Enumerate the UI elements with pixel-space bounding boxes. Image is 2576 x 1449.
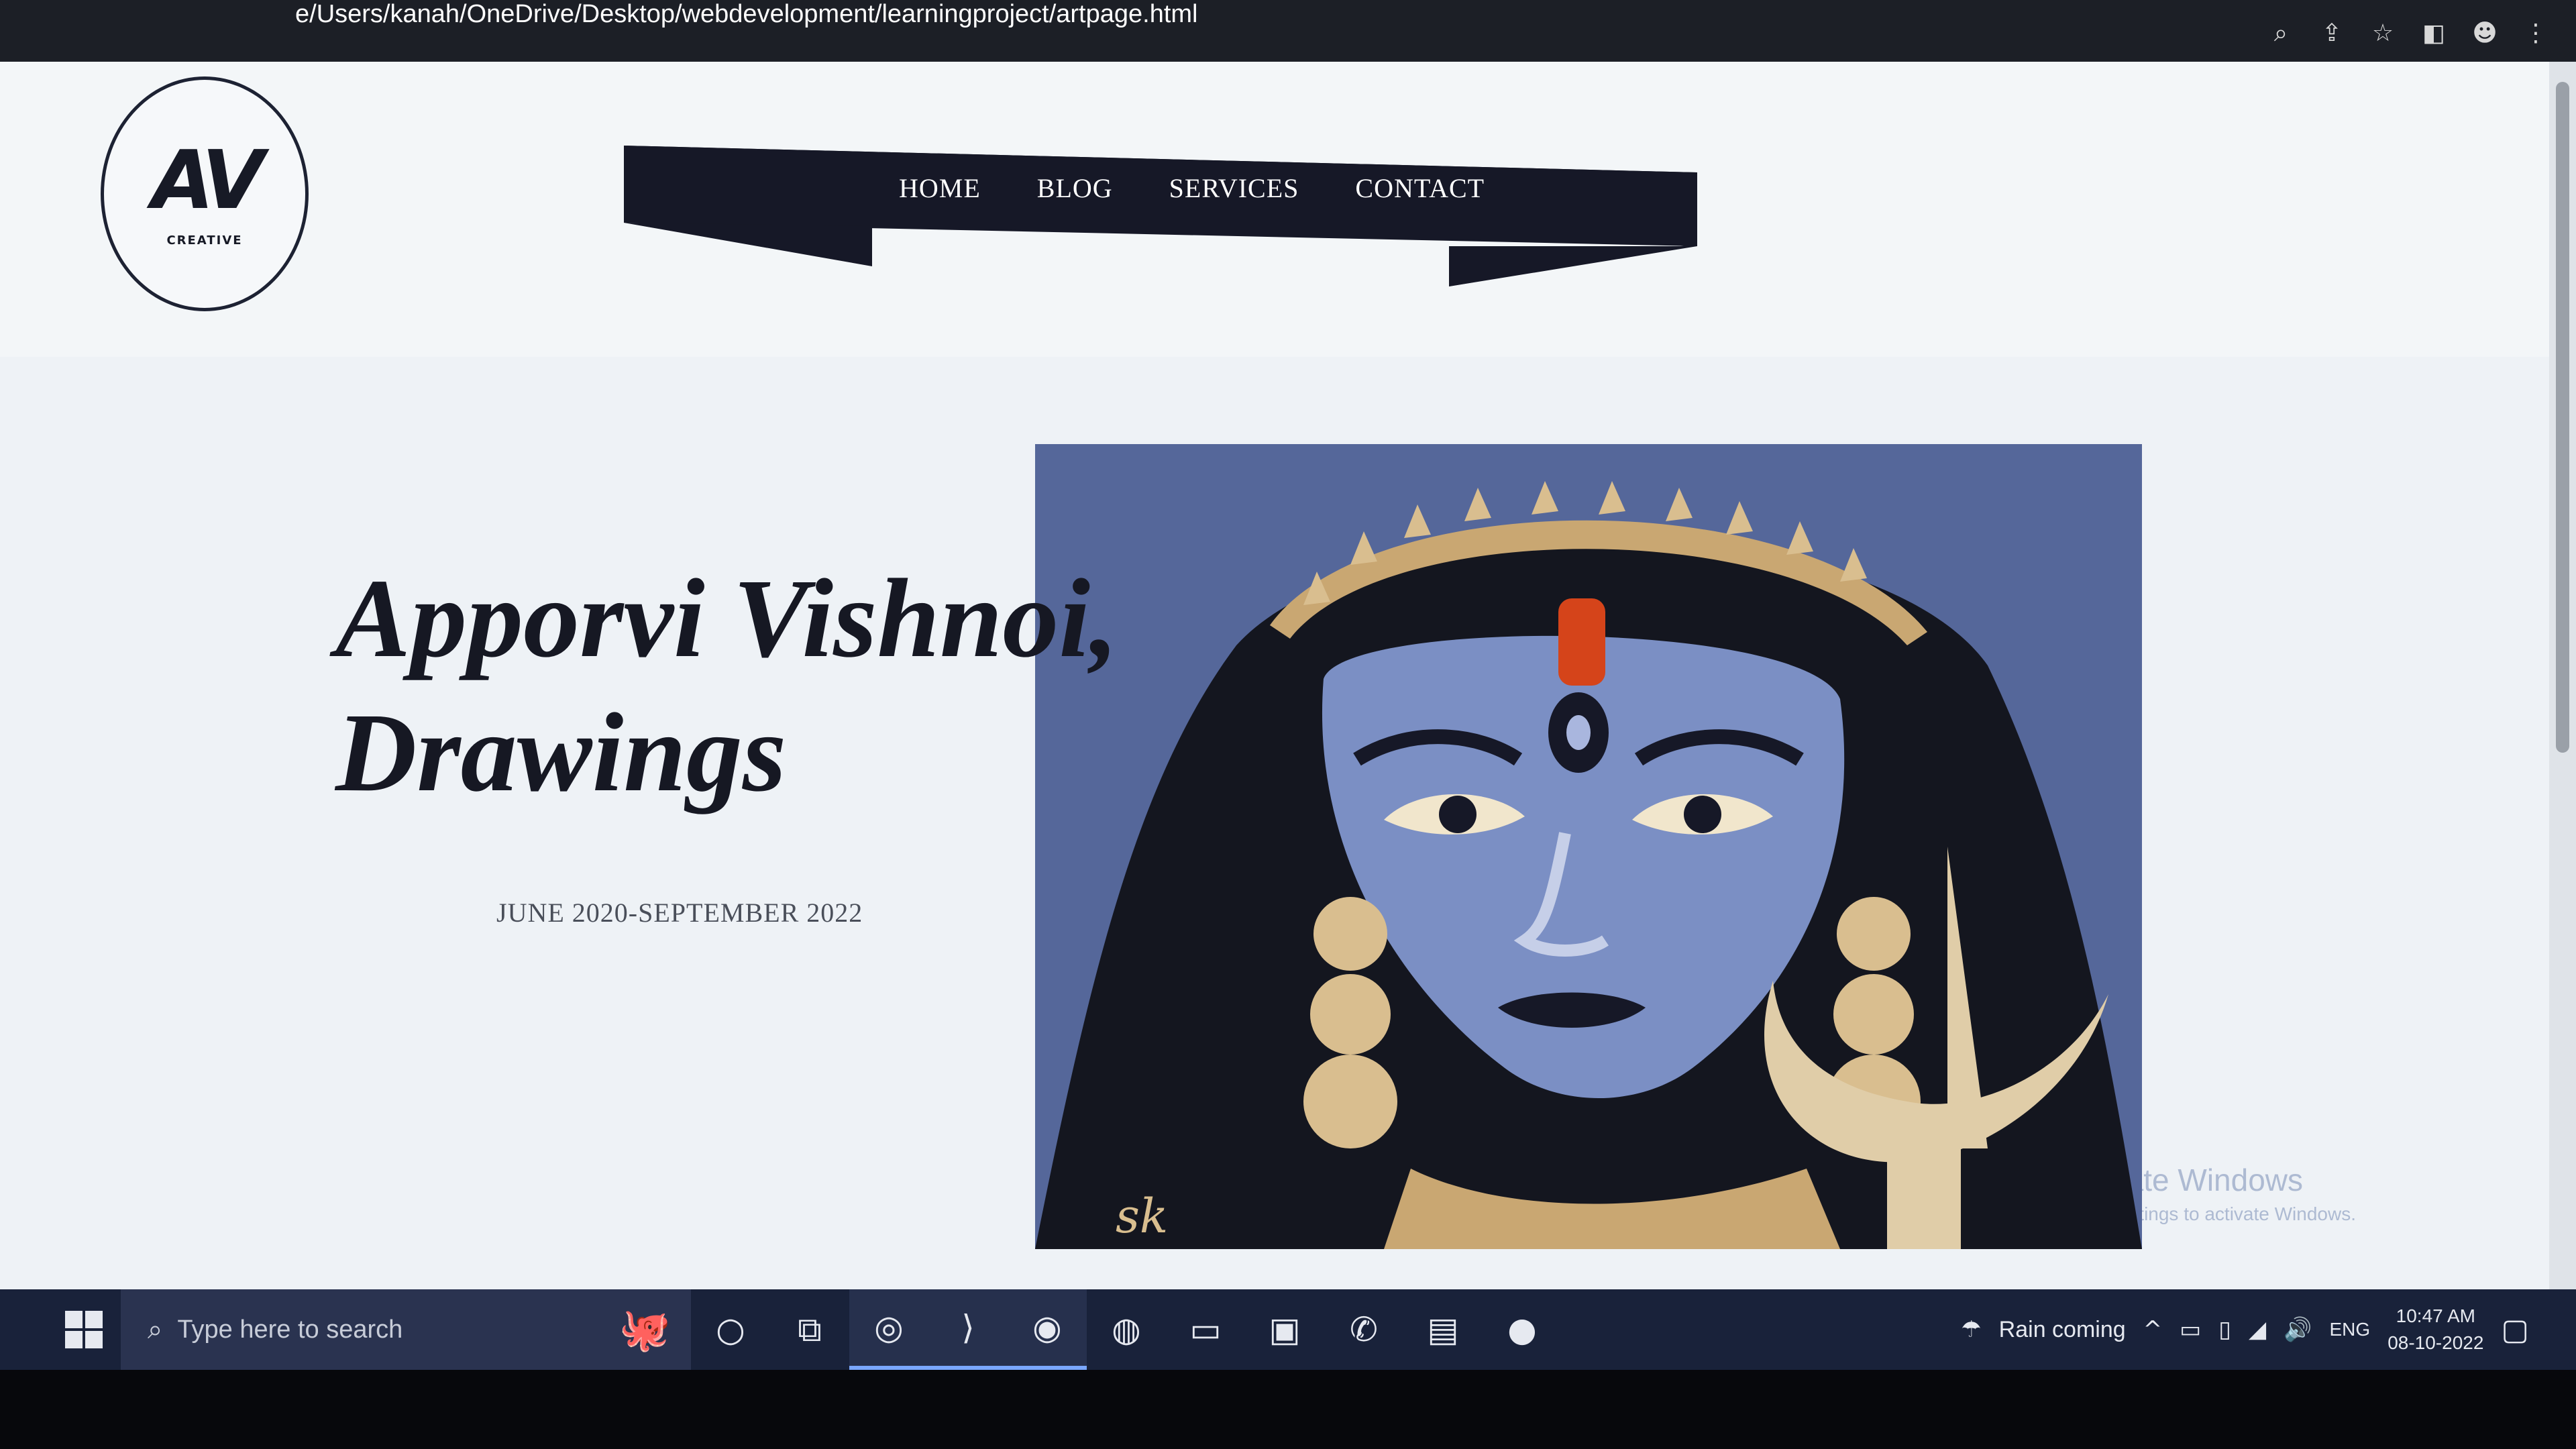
profile-icon[interactable]: ☻ xyxy=(2471,20,2498,47)
taskbar-search-box[interactable]: ⌕ Type here to search 🐙 xyxy=(121,1289,691,1370)
clock-time: 10:47 AM xyxy=(2396,1305,2475,1326)
sidebar-icon[interactable]: ◧ xyxy=(2420,20,2447,47)
grammarly-icon[interactable]: ● xyxy=(1483,1289,1562,1370)
file-explorer-icon[interactable]: ▭ xyxy=(1166,1289,1245,1370)
cortana-icon[interactable]: ○ xyxy=(691,1289,770,1370)
system-tray: ☂ Rain coming ^ ▭ ▯ ◢ 🔊 ENG 10:47 AM 08-… xyxy=(1961,1303,2576,1356)
vscode-icon[interactable]: ⟩ xyxy=(928,1289,1008,1370)
site-logo[interactable]: AV CREATIVE xyxy=(101,76,309,311)
page-scrollbar[interactable] xyxy=(2549,62,2576,1289)
photos-icon[interactable]: ▤ xyxy=(1403,1289,1483,1370)
share-icon[interactable]: ⇪ xyxy=(2318,20,2345,47)
task-view-icon[interactable]: ⧉ xyxy=(770,1289,849,1370)
main-nav: HOME BLOG SERVICES CONTACT xyxy=(899,172,1485,204)
language-indicator[interactable]: ENG xyxy=(2330,1319,2371,1340)
menu-icon[interactable]: ⋮ xyxy=(2522,20,2549,47)
whatsapp-icon[interactable]: ✆ xyxy=(1324,1289,1403,1370)
wifi-icon[interactable]: ◢ xyxy=(2249,1316,2266,1343)
battery-icon[interactable]: ▯ xyxy=(2218,1316,2231,1343)
edge-beta-icon[interactable]: ◉ xyxy=(1008,1289,1087,1370)
logo-mark: AV xyxy=(152,133,264,227)
store-icon[interactable]: ▣ xyxy=(1245,1289,1324,1370)
hero-date-range: JUNE 2020-SEPTEMBER 2022 xyxy=(496,898,863,928)
edge-icon[interactable]: ◎ xyxy=(849,1289,928,1370)
clock[interactable]: 10:47 AM 08-10-2022 xyxy=(2387,1303,2483,1356)
network-icon[interactable]: ▭ xyxy=(2180,1316,2201,1343)
web-page: AV CREATIVE HOME BLOG SERVICES CONTACT A… xyxy=(0,62,2549,1289)
windows-logo-icon xyxy=(65,1311,103,1348)
zoom-icon[interactable]: ⌕ xyxy=(2267,20,2294,47)
nav-blog[interactable]: BLOG xyxy=(1037,172,1113,204)
volume-icon[interactable]: 🔊 xyxy=(2284,1316,2312,1343)
monitor-bezel xyxy=(0,1370,2576,1449)
chevron-up-icon[interactable]: ^ xyxy=(2143,1316,2163,1343)
scrollbar-thumb[interactable] xyxy=(2556,82,2569,753)
hero-title-line2: Drawings xyxy=(335,690,787,815)
notification-icon[interactable]: ▢ xyxy=(2501,1313,2529,1347)
nav-services[interactable]: SERVICES xyxy=(1169,172,1299,204)
weather-icon[interactable]: ☂ xyxy=(1961,1316,1981,1343)
site-header: AV CREATIVE HOME BLOG SERVICES CONTACT xyxy=(0,62,2549,357)
nav-home[interactable]: HOME xyxy=(899,172,981,204)
search-placeholder: Type here to search xyxy=(177,1315,403,1344)
address-url[interactable]: e/Users/kanah/OneDrive/Desktop/webdevelo… xyxy=(295,0,1198,29)
clock-date: 08-10-2022 xyxy=(2387,1332,2484,1353)
chrome-icon[interactable]: ◍ xyxy=(1087,1289,1166,1370)
search-highlight-icon: 🐙 xyxy=(619,1306,671,1353)
start-button[interactable] xyxy=(47,1289,121,1370)
logo-tagline: CREATIVE xyxy=(166,233,243,248)
star-icon[interactable]: ☆ xyxy=(2369,20,2396,47)
nav-contact[interactable]: CONTACT xyxy=(1355,172,1485,204)
browser-toolbar-icons: ⌕ ⇪ ☆ ◧ ☻ ⋮ xyxy=(2267,20,2549,47)
svg-text:sk: sk xyxy=(1116,1189,1168,1244)
hero-title: Apporvi Vishnoi, Drawings xyxy=(335,551,1275,820)
search-icon: ⌕ xyxy=(148,1314,163,1345)
nav-ribbon: HOME BLOG SERVICES CONTACT xyxy=(624,146,1697,360)
weather-text[interactable]: Rain coming xyxy=(1999,1317,2126,1343)
browser-address-bar[interactable]: e/Users/kanah/OneDrive/Desktop/webdevelo… xyxy=(0,0,2576,62)
windows-taskbar: ⌕ Type here to search 🐙 ○ ⧉ ◎ ⟩ ◉ ◍ ▭ ▣ … xyxy=(0,1289,2576,1370)
hero-title-line1: Apporvi Vishnoi, xyxy=(335,556,1119,681)
